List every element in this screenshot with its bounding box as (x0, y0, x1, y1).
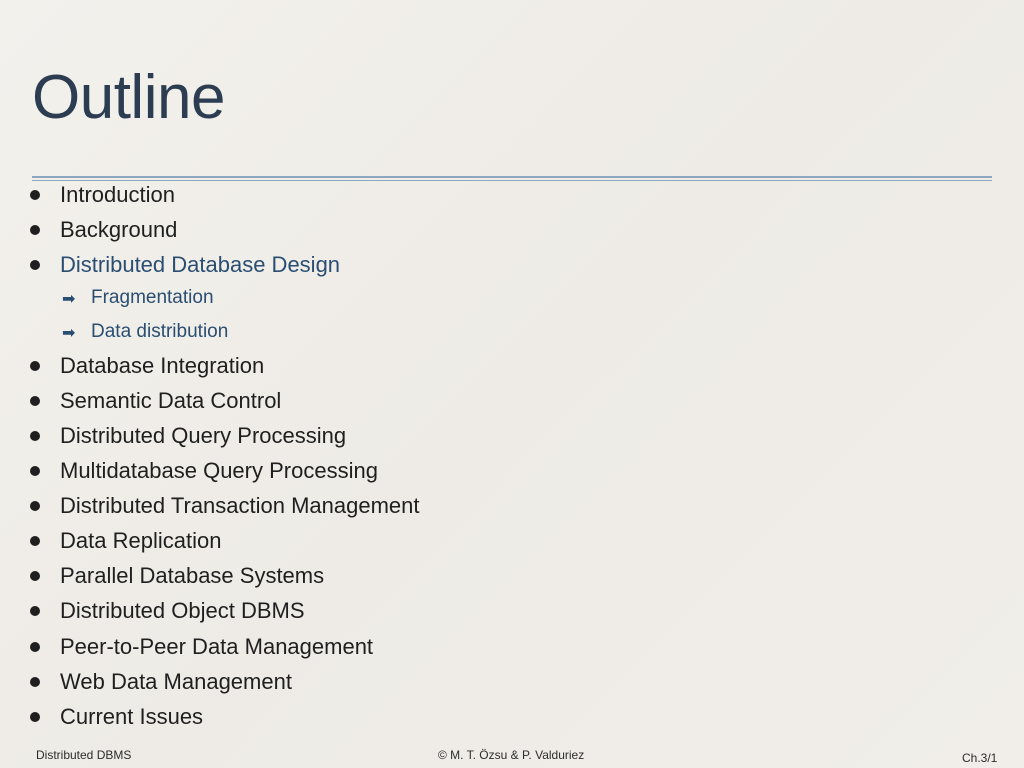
outline-item-peer-to-peer-data-management: Peer-to-Peer Data Management (30, 629, 373, 664)
title-divider (32, 176, 992, 178)
outline-subitem-label: Data distribution (91, 321, 229, 342)
bullet-icon (30, 189, 40, 200)
bullet-icon (30, 570, 40, 581)
outline-item-distributed-database-design: Distributed Database Design (30, 247, 340, 282)
bullet-icon (30, 500, 40, 511)
footer-page-number: Ch.3/1 (962, 751, 998, 765)
slide: Outline Introduction Background Distribu… (0, 0, 1024, 768)
outline-item-database-integration: Database Integration (30, 348, 264, 383)
outline-item-label: Distributed Database Design (60, 251, 341, 277)
outline-item-label: Distributed Object DBMS (60, 597, 305, 623)
outline-item-label: Data Replication (60, 527, 222, 553)
bullet-icon (30, 535, 40, 546)
bullet-icon (30, 430, 40, 441)
outline-item-semantic-data-control: Semantic Data Control (30, 383, 281, 418)
outline-item-data-replication: Data Replication (30, 523, 221, 558)
outline-item-label: Database Integration (60, 352, 265, 378)
footer-course-name: Distributed DBMS (36, 748, 132, 762)
outline-item-multidatabase-query-processing: Multidatabase Query Processing (30, 453, 378, 488)
outline-item-label: Parallel Database Systems (60, 562, 325, 588)
outline-item-label: Background (60, 216, 178, 242)
outline-item-label: Introduction (60, 181, 175, 207)
footer-copyright: © M. T. Özsu & P. Valduriez (438, 748, 585, 762)
outline-item-label: Web Data Management (60, 668, 292, 694)
outline-item-web-data-management: Web Data Management (30, 664, 292, 699)
bullet-icon (30, 360, 40, 371)
outline-item-introduction: Introduction (30, 177, 175, 212)
bullet-icon (30, 395, 40, 406)
bullet-icon (30, 465, 40, 476)
bullet-icon (30, 711, 40, 722)
outline-item-label: Current Issues (60, 703, 204, 729)
outline-item-current-issues: Current Issues (30, 699, 203, 734)
outline-item-background: Background (30, 212, 177, 247)
outline-item-label: Semantic Data Control (60, 387, 282, 413)
bullet-icon (30, 676, 40, 687)
bullet-icon (30, 259, 40, 270)
outline-subitem-data-distribution: ➡ Data distribution (62, 315, 228, 349)
outline-item-label: Distributed Query Processing (60, 422, 347, 448)
bullet-icon (30, 605, 40, 616)
outline-item-label: Distributed Transaction Management (60, 492, 420, 518)
bullet-icon (30, 641, 40, 652)
outline-item-parallel-database-systems: Parallel Database Systems (30, 558, 324, 593)
bullet-icon (30, 224, 40, 235)
outline-item-distributed-transaction-management: Distributed Transaction Management (30, 488, 420, 523)
outline-subitem-fragmentation: ➡ Fragmentation (62, 281, 214, 315)
outline-subitem-label: Fragmentation (91, 287, 214, 308)
arrow-right-icon: ➡ (62, 288, 76, 308)
slide-title: Outline (32, 63, 225, 132)
outline-item-distributed-query-processing: Distributed Query Processing (30, 418, 346, 453)
outline-item-label: Multidatabase Query Processing (60, 457, 378, 483)
title-divider-secondary (32, 180, 992, 181)
outline-item-distributed-object-dbms: Distributed Object DBMS (30, 593, 305, 628)
outline-item-label: Peer-to-Peer Data Management (60, 633, 374, 659)
arrow-right-icon: ➡ (62, 322, 76, 342)
